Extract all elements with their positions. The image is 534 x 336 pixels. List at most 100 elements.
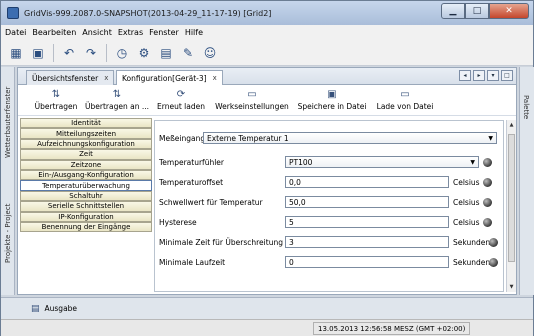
measure-icon[interactable]: ✎ [179,44,197,62]
toolbar-separator [106,43,107,62]
reload-button[interactable]: ⟳ Erneut laden [150,86,212,115]
factory-settings-icon: ▭ [247,88,257,100]
nav-item-benennung-der-eingaenge[interactable]: Benennung der Eingänge [20,221,152,233]
maximize-button[interactable]: □ [465,3,489,19]
tab-scroll-left-icon[interactable]: ◂ [459,70,471,81]
min-exceed-input[interactable]: 3 [285,236,449,248]
sensor-select[interactable]: PT100 ▼ [285,156,479,168]
min-exceed-value: 3 [289,237,294,247]
sensor-select-value: PT100 [289,157,313,167]
nav-item-mitteilungszeiten[interactable]: Mitteilungszeiten [20,128,152,139]
input-select[interactable]: Externe Temperatur 1 ▼ [203,132,497,144]
offset-unit: Celsius [453,177,480,187]
min-exceed-label: Minimale Zeit für Überschreitung [159,237,283,247]
nav-item-identitaet[interactable]: Identität [20,118,152,129]
menu-fenster[interactable]: Fenster [149,28,179,37]
hysteresis-value: 5 [289,217,294,227]
undo-icon[interactable]: ↶ [60,44,78,62]
sensor-label: Temperaturfühler [159,157,224,167]
menu-ansicht[interactable]: Ansicht [82,28,112,37]
editor-area: Übersichtsfenster x Konfiguration[Gerät-… [17,67,517,295]
min-runtime-input[interactable]: 0 [285,256,449,268]
output-tab[interactable]: Ausgabe [45,304,78,313]
nav-item-serielle-schnittstellen[interactable]: Serielle Schnittstellen [20,201,152,212]
scroll-thumb[interactable] [508,134,515,262]
toolbar-separator [53,43,54,62]
side-tab-label: Wetterbauterfenster [4,86,12,159]
users-icon[interactable]: ☺ [201,44,219,62]
maximize-editor-icon[interactable]: □ [501,70,513,81]
load-from-file-button[interactable]: ▭ Lade von Datei [372,86,438,115]
redo-icon[interactable]: ↷ [82,44,100,62]
nav-item-temperaturueberwachung[interactable]: Temperaturüberwachung [20,180,152,191]
min-runtime-label: Minimale Laufzeit [159,257,226,267]
tab-list-icon[interactable]: ▾ [487,70,499,81]
nav-item-ip-konfiguration[interactable]: IP-Konfiguration [20,211,152,222]
side-tab-projekte[interactable]: Projekte - Project [2,179,14,287]
chart-icon[interactable]: ▤ [157,44,175,62]
offset-value: 0,0 [289,177,301,187]
action-label: Übertragen an ... [85,102,149,111]
tab-close-icon[interactable]: x [104,74,108,82]
nav-item-aufzeichnungskonfiguration[interactable]: Aufzeichnungskonfiguration [20,138,152,150]
side-tab-label: Projekte - Project [4,203,12,263]
status-led-icon [483,177,492,187]
side-tab-palette[interactable]: Palette [522,95,530,119]
open-icon[interactable]: ▣ [29,44,47,62]
nav-item-zeitzone[interactable]: Zeitzone [20,159,152,170]
threshold-input[interactable]: 50,0 [285,196,449,208]
new-project-icon[interactable]: ▦ [7,44,25,62]
status-timestamp: 13.05.2013 12:56:58 MESZ (GMT +02:00) [313,322,471,335]
offset-label: Temperaturoffset [159,177,224,187]
input-label: Meßeingang [159,133,206,143]
side-tab-wetterbauterfenster[interactable]: Wetterbauterfenster [2,75,14,170]
menu-bearbeiten[interactable]: Bearbeiten [32,28,76,37]
transfer-button[interactable]: ⇅ Übertragen [28,86,84,115]
chevron-down-icon: ▼ [470,158,475,166]
hysteresis-unit: Celsius [453,217,480,227]
tab-strip: Übersichtsfenster x Konfiguration[Gerät-… [18,68,516,85]
load-file-icon: ▭ [400,88,410,100]
form-scrollbar[interactable]: ▲ ▼ [506,120,516,292]
factory-settings-button[interactable]: ▭ Werkseinstellungen [212,86,292,115]
action-label: Speichere in Datei [297,102,367,111]
save-file-icon: ▣ [327,88,337,100]
status-led-icon [483,197,492,207]
menu-extras[interactable]: Extras [118,28,143,37]
hysteresis-label: Hysterese [159,217,197,227]
transfer-to-button[interactable]: ⇅ Übertragen an ... [84,86,150,115]
nav-item-ein-ausgang-konfiguration[interactable]: Ein-/Ausgang-Konfiguration [20,169,152,181]
tab-konfiguration[interactable]: Konfiguration[Gerät-3] x [116,70,223,85]
form-row-threshold: Schwellwert für Temperatur 50,0 Celsius [155,195,503,209]
tab-scroll-right-icon[interactable]: ▸ [473,70,485,81]
hysteresis-input[interactable]: 5 [285,216,449,228]
offset-input[interactable]: 0,0 [285,176,449,188]
nav-item-zeit[interactable]: Zeit [20,149,152,160]
tab-navigation: ◂ ▸ ▾ □ [459,70,513,81]
close-button[interactable]: ✕ [489,3,529,19]
threshold-value: 50,0 [289,197,306,207]
scroll-up-icon[interactable]: ▲ [507,120,516,130]
config-nav-list: Identität Mitteilungszeiten Aufzeichnung… [20,118,152,294]
tab-uebersichtsfenster[interactable]: Übersichtsfenster x [26,70,115,85]
left-side-panel: Wetterbauterfenster Projekte - Project [1,67,15,295]
timer-icon[interactable]: ◷ [113,44,131,62]
scroll-down-icon[interactable]: ▼ [507,282,516,292]
save-to-file-button[interactable]: ▣ Speichere in Datei [292,86,372,115]
status-led-icon [483,157,492,167]
menu-datei[interactable]: Datei [5,28,26,37]
transfer-to-icon: ⇅ [112,88,122,100]
menu-hilfe[interactable]: Hilfe [185,28,203,37]
window-title: GridVis-999.2087.0-SNAPSHOT(2013-04-29_1… [24,8,272,18]
nav-item-schaltuhr[interactable]: Schaltuhr [20,190,152,202]
tab-label: Konfiguration[Gerät-3] [122,73,207,83]
chevron-down-icon: ▼ [488,134,493,142]
min-runtime-value: 0 [289,257,294,267]
right-side-panel: Palette [519,67,534,295]
transfer-icon: ⇅ [51,88,61,100]
minimize-button[interactable]: ▁ [441,3,465,19]
device-icon[interactable]: ⚙ [135,44,153,62]
tab-close-icon[interactable]: x [213,74,217,82]
app-icon [7,7,19,19]
min-runtime-unit: Sekunden [453,257,491,267]
